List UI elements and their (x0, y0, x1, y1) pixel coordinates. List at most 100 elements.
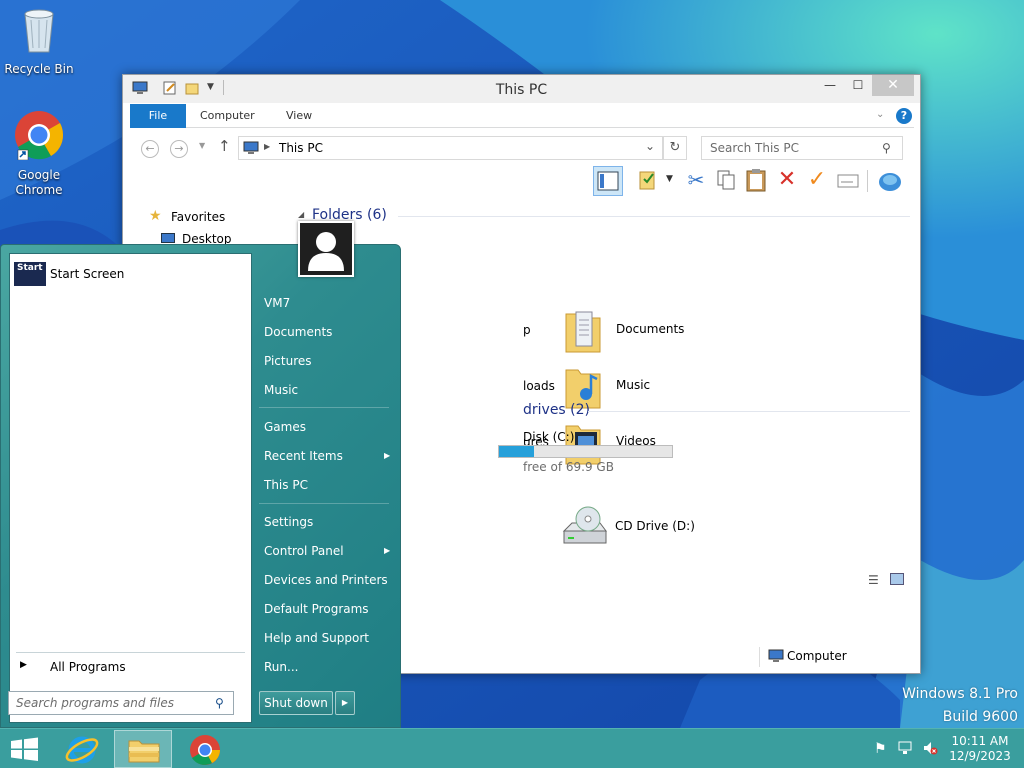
start-link-run[interactable]: Run... (264, 656, 298, 678)
start-link-documents[interactable]: Documents (264, 321, 332, 343)
pinned-item-label: Start Screen (50, 267, 125, 281)
close-button[interactable]: ✕ (872, 75, 914, 96)
rename-icon[interactable]: ✓ (802, 166, 832, 196)
paste-icon[interactable] (741, 166, 771, 196)
start-link-devices-and-printers[interactable]: Devices and Printers (264, 569, 388, 591)
network-icon[interactable] (875, 166, 905, 196)
title-bar[interactable]: ▼ This PC — ☐ ✕ (123, 75, 920, 103)
shut-down-button[interactable]: Shut down (259, 691, 333, 715)
start-link-label: Run... (264, 660, 299, 674)
chevron-down-icon[interactable]: ⌄ (876, 109, 884, 120)
start-badge: Start (17, 263, 43, 273)
ribbon-tabs: File Computer View ⌄ ? (130, 104, 914, 128)
network-icon[interactable] (898, 740, 914, 759)
start-link-label: Default Programs (264, 602, 369, 616)
start-link-label: Documents (264, 325, 333, 339)
new-item-icon[interactable] (833, 166, 863, 196)
refresh-button[interactable]: ↻ (663, 136, 687, 160)
tab-computer[interactable]: Computer (188, 104, 267, 128)
file-explorer-icon (128, 740, 160, 763)
taskbar-clock[interactable]: 10:11 AM 12/9/2023 (948, 734, 1012, 764)
up-button[interactable]: ↑ (218, 137, 231, 155)
collapse-arrow-icon[interactable]: ◢ (298, 210, 304, 219)
divider (759, 647, 760, 667)
recent-locations-icon[interactable]: ▼ (199, 141, 205, 150)
start-link-label: This PC (264, 478, 308, 492)
address-bar[interactable]: ▶ This PC ⌄ (238, 136, 663, 160)
start-link-music[interactable]: Music (264, 379, 298, 401)
all-programs-button[interactable]: ▶ All Programs (16, 656, 245, 678)
start-link-label: Help and Support (264, 631, 369, 645)
pinned-item-start-screen[interactable]: Start Start Screen (14, 262, 244, 288)
address-text: This PC (279, 141, 323, 155)
start-button[interactable] (0, 730, 58, 768)
start-link-help-and-support[interactable]: Help and Support (264, 627, 369, 649)
search-input[interactable]: Search This PC ⚲ (701, 136, 903, 160)
preview-pane-button[interactable] (593, 166, 623, 196)
folder-downloads[interactable]: loads (523, 379, 555, 393)
drive-label: CD Drive (D:) (615, 519, 695, 533)
maximize-button[interactable]: ☐ (844, 75, 872, 96)
address-row: ← → ▼ ↑ ▶ This PC ⌄ ↻ Search This PC ⚲ (123, 131, 920, 163)
computer-icon (768, 649, 784, 666)
drive-local-disk[interactable]: Disk (C:) free of 69.9 GB (498, 428, 723, 478)
start-link-settings[interactable]: Settings (264, 511, 313, 533)
start-link-games[interactable]: Games (264, 416, 306, 438)
star-icon: ★ (149, 208, 162, 224)
properties-icon[interactable] (633, 166, 663, 196)
start-menu: Start Start Screen ▶ All Programs Search… (0, 221, 401, 728)
help-icon[interactable]: ? (896, 108, 912, 124)
desktop-icon (161, 233, 175, 243)
folder-documents[interactable]: Documents (564, 306, 764, 356)
start-link-user[interactable]: VM7 (264, 292, 290, 314)
chevron-down-icon[interactable]: ⌄ (645, 139, 655, 153)
details-view-icon[interactable]: ☰ (868, 573, 879, 587)
start-link-label: Pictures (264, 354, 312, 368)
volume-muted-icon[interactable] (922, 740, 938, 759)
menu-separator (259, 503, 389, 504)
desktop-icon-google-chrome[interactable]: Google Chrome (1, 110, 77, 198)
action-center-flag-icon[interactable]: ⚑ (874, 741, 887, 757)
back-button[interactable]: ← (141, 140, 159, 158)
chevron-down-icon[interactable]: ▼ (666, 174, 673, 184)
clock-date: 12/9/2023 (949, 749, 1011, 763)
breadcrumb-arrow-icon[interactable]: ▶ (264, 142, 270, 151)
start-screen-icon: Start (14, 262, 46, 286)
user-avatar[interactable] (298, 221, 354, 277)
drive-usage-bar (498, 445, 673, 458)
large-icons-view-icon[interactable] (890, 573, 904, 585)
divider (16, 652, 245, 653)
clock-time: 10:11 AM (951, 734, 1009, 748)
start-link-label: Control Panel (264, 544, 344, 558)
minimize-button[interactable]: — (816, 75, 844, 96)
internet-explorer-icon (65, 736, 99, 764)
tab-file[interactable]: File (130, 104, 186, 128)
start-link-default-programs[interactable]: Default Programs (264, 598, 369, 620)
section-header-drives[interactable]: drives (2) (523, 402, 590, 418)
cut-icon[interactable]: ✂ (681, 166, 711, 196)
start-icon (11, 737, 38, 761)
desktop-icon-recycle-bin[interactable]: Recycle Bin (1, 6, 77, 77)
desktop-icon-label: Google Chrome (15, 168, 63, 197)
start-link-recent-items[interactable]: Recent Items ▶ (264, 445, 394, 467)
taskbar-internet-explorer[interactable] (53, 730, 111, 768)
drive-cd[interactable]: CD Drive (D:) (560, 505, 760, 555)
shut-down-options-button[interactable]: ▶ (335, 691, 355, 715)
nav-item-favorites[interactable]: ★ Favorites (149, 208, 225, 226)
start-link-control-panel[interactable]: Control Panel ▶ (264, 540, 394, 562)
folder-music[interactable]: Music (564, 362, 764, 412)
taskbar-file-explorer[interactable] (114, 730, 172, 768)
submenu-arrow-icon: ▶ (384, 546, 391, 555)
forward-button[interactable]: → (170, 140, 188, 158)
search-programs-input[interactable]: Search programs and files ⚲ (8, 691, 234, 715)
folder-desktop[interactable]: p (523, 323, 531, 337)
recycle-bin-icon (1, 6, 77, 58)
tab-view[interactable]: View (274, 104, 324, 128)
copy-icon[interactable] (711, 166, 741, 196)
taskbar-chrome[interactable] (176, 730, 234, 768)
watermark-build: Build 9600 (942, 709, 1018, 725)
start-link-pictures[interactable]: Pictures (264, 350, 312, 372)
chevron-right-icon: ▶ (341, 698, 349, 707)
delete-icon[interactable]: ✕ (772, 166, 802, 196)
start-link-this-pc[interactable]: This PC (264, 474, 308, 496)
